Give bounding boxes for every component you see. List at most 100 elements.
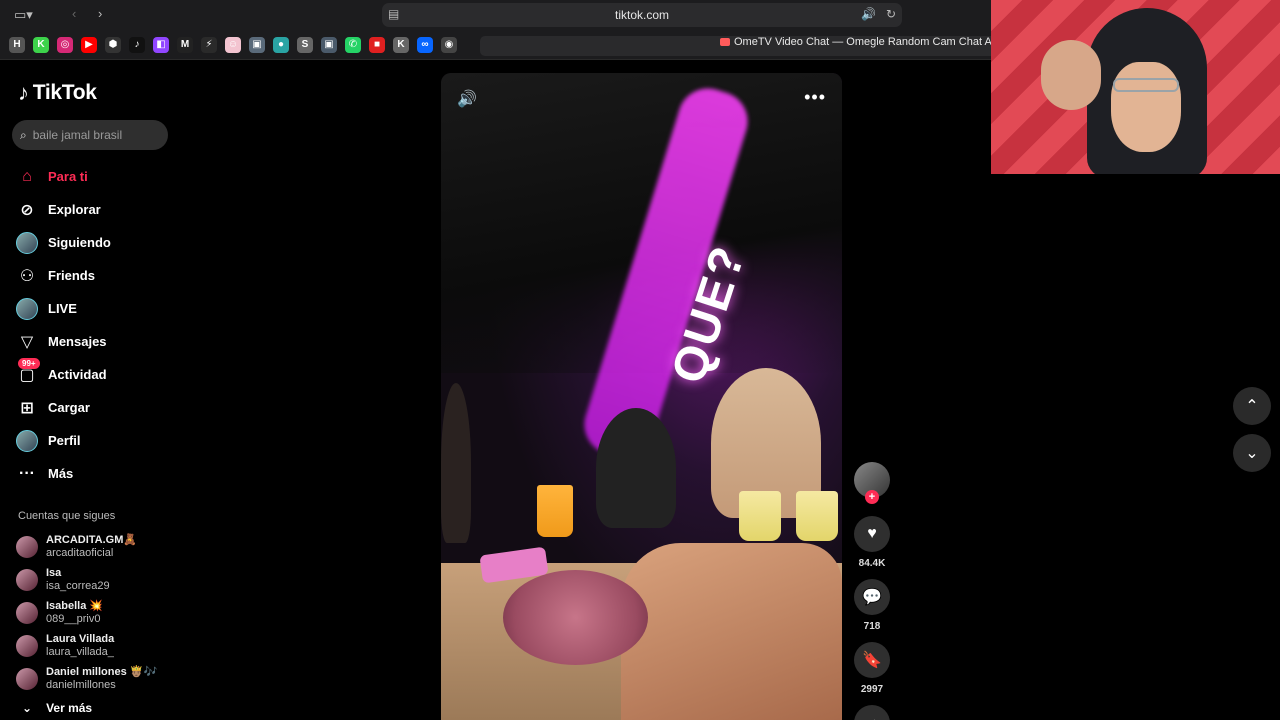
avatar [16,231,38,254]
audio-icon[interactable]: 🔊 [861,7,876,21]
tab-title: OmeTV Video Chat — Omegle Random Cam Cha… [734,36,1020,48]
like-count: 84.4K [858,558,886,569]
sidebar-toggle-icon[interactable]: ▭▾ [14,7,33,23]
logo-text: TikTok [32,81,97,104]
bookmark-favicon-icon[interactable]: K [33,36,49,53]
bookmark-favicon-icon[interactable]: H [9,36,25,53]
sidebar-item-label: Cargar [48,400,90,415]
follow-plus-icon[interactable]: + [865,490,879,504]
juice-glass [537,485,573,537]
bookmark-favicon-icon[interactable]: S [297,36,313,53]
comment-button[interactable]: 💬 [854,579,890,615]
bookmark-favicon-icon[interactable]: ▣ [321,36,337,53]
avatar [16,667,38,690]
sidebar-item-explorar[interactable]: ⊘ Explorar [16,193,111,226]
sidebar-item-label: Actividad [48,367,107,382]
account-handle: isa_correa29 [46,579,110,592]
url-text: tiktok.com [614,8,669,22]
sidebar-item-live[interactable]: LIVE [16,292,111,325]
next-video-button[interactable]: ⌄ [1233,434,1271,472]
account-name: ARCADITA.GM🧸 [46,533,138,546]
save-count: 2997 [860,684,884,695]
save-button[interactable]: 🔖 [854,642,890,678]
following-account[interactable]: Isabella 💥 089__priv0 [16,596,157,629]
bookmark-favicon-icon[interactable]: ∞ [417,36,433,53]
forward-button[interactable]: › [98,6,102,21]
sidebar-item-friends[interactable]: ⚇ Friends [16,259,111,292]
see-more-label: Ver más [46,701,93,715]
account-handle: arcaditaoficial [46,546,114,559]
see-more-button[interactable]: ⌄ Ver más [22,701,92,715]
action-bar: + ♥ 84.4K 💬 718 🔖 2997 ➦ [852,462,892,720]
sidebar-nav: ⌂ Para ti ⊘ Explorar Siguiendo ⚇ Friends LIVE ▽ M… [16,160,111,490]
bookmark-favicon-icon[interactable]: ♪ [129,36,145,53]
video-player[interactable]: QUE? 🔊 ••• [441,73,842,720]
volume-icon[interactable]: 🔊 [457,89,477,109]
sidebar-item-mensajes[interactable]: ▽ Mensajes [16,325,111,358]
avatar [16,429,38,452]
raised-hand [1041,40,1101,110]
address-bar[interactable]: ▤ tiktok.com 🔊 ↻ [382,3,902,27]
sidebar-item-siguiendo[interactable]: Siguiendo [16,226,111,259]
search-box[interactable]: ⌕ [12,120,168,150]
bookmark-favicon-icon[interactable]: ☺ [225,36,241,53]
tiktok-logo[interactable]: ♪ TikTok [18,80,97,106]
avatar-icon [16,231,38,254]
bookmark-favicon-icon[interactable]: K [393,36,409,53]
bookmark-favicon-icon[interactable]: ● [273,36,289,53]
account-text: Isa isa_correa29 [46,567,110,593]
bookmark-icon: 🔖 [862,652,882,669]
previous-video-button[interactable]: ⌃ [1233,387,1271,425]
sidebar-item-cargar[interactable]: ⊞ Cargar [16,391,111,424]
home-icon: ⌂ [22,167,32,185]
following-account[interactable]: Daniel millones 🤴🏽🎶 danielmillones [16,662,157,695]
following-account[interactable]: ARCADITA.GM🧸 arcaditaoficial [16,530,157,563]
account-handle: danielmillones [46,678,116,691]
more-options-icon[interactable]: ••• [804,87,826,108]
bookmark-favicon-icon[interactable]: ⬢ [105,36,121,53]
person-man [596,408,676,528]
reload-icon[interactable]: ↻ [886,7,896,21]
account-handle: 089__priv0 [46,612,101,625]
like-button[interactable]: ♥ [854,516,890,552]
bookmark-favicon-icon[interactable]: ⚡ [201,36,217,53]
sidebar-item-ms[interactable]: ··· Más [16,457,111,490]
avatar [16,601,38,624]
sidebar-item-label: Perfil [48,433,81,448]
back-button[interactable]: ‹ [72,6,76,21]
sidebar-item-parati[interactable]: ⌂ Para ti [16,160,111,193]
bookmark-favicon-icon[interactable]: ■ [369,36,385,53]
avatar [16,634,38,657]
account-text: Isabella 💥 089__priv0 [46,600,103,626]
avatar [16,535,38,558]
search-icon[interactable]: ⌕ [20,128,27,143]
following-account[interactable]: Laura Villada laura_villada_ [16,629,157,662]
burger-patty [503,570,648,665]
following-account[interactable]: Isa isa_correa29 [16,563,157,596]
sidebar-item-perfil[interactable]: Perfil [16,424,111,457]
lemonade-cup [796,491,838,541]
bookmark-favicon-icon[interactable]: ◉ [441,36,457,53]
following-heading: Cuentas que sigues [18,510,116,522]
reader-icon[interactable]: ▤ [388,7,399,21]
search-input[interactable] [32,128,153,142]
bookmark-favicon-icon[interactable]: M [177,36,193,53]
compass-icon: ⊘ [20,201,34,219]
inbox-icon: ▢ 99+ [16,357,40,386]
sidebar-item-actividad[interactable]: ▢ 99+ Actividad [16,357,111,391]
account-name: Isa [46,566,62,579]
active-tab[interactable]: OmeTV Video Chat — Omegle Random Cam Cha… [720,36,1019,48]
webcam-overlay [991,0,1280,174]
bookmark-favicon-icon[interactable]: ▣ [249,36,265,53]
more-icon: ··· [19,464,35,482]
bookmark-favicon-icon[interactable]: ◎ [57,36,73,53]
creator-avatar[interactable]: + [854,462,890,504]
share-button[interactable]: ➦ [854,705,890,720]
share-icon: ➦ [865,713,878,720]
bookmark-favicon-icon[interactable]: ✆ [345,36,361,53]
bookmark-favicon-icon[interactable]: ▶ [81,36,97,53]
bookmark-favicon-icon[interactable]: ◧ [153,36,169,53]
comment-icon: 💬 [862,589,882,606]
heart-icon: ♥ [867,525,877,542]
sidebar-item-label: Explorar [48,202,101,217]
